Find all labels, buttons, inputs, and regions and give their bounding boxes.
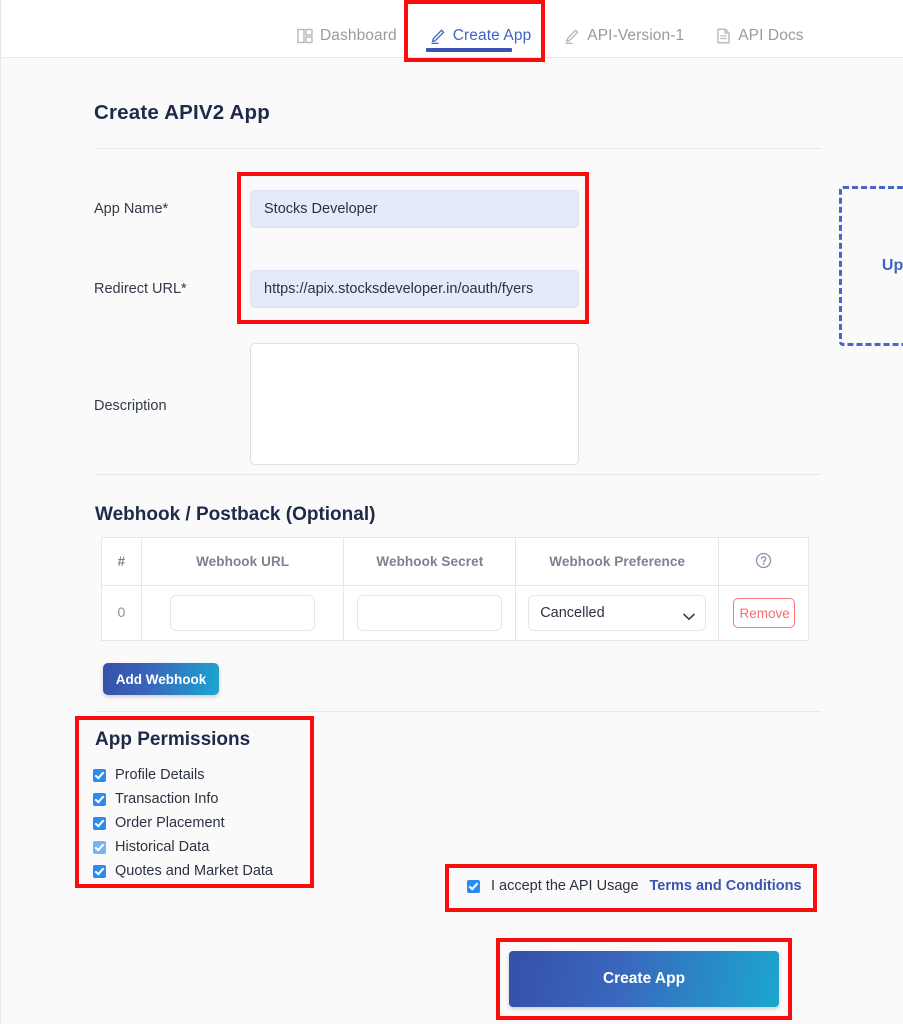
webhook-secret-cell <box>343 585 517 641</box>
tab-api-version-1[interactable]: API-Version-1 <box>547 0 700 58</box>
tab-dashboard[interactable]: Dashboard <box>281 0 413 58</box>
tab-dashboard-label: Dashboard <box>320 27 397 44</box>
column-header-index: # <box>101 537 142 586</box>
permission-checkbox[interactable] <box>93 768 106 782</box>
webhook-remove-cell: Remove <box>718 585 809 641</box>
dashboard-grid-icon <box>297 28 313 44</box>
tab-api-version-1-label: API-Version-1 <box>587 27 685 44</box>
add-webhook-button[interactable]: Add Webhook <box>103 663 219 695</box>
document-icon <box>716 28 731 44</box>
pencil-icon <box>563 28 580 45</box>
section-divider <box>96 474 821 475</box>
create-app-button[interactable]: Create App <box>509 951 779 1007</box>
permission-item-order-placement[interactable]: Order Placement <box>93 811 273 835</box>
webhook-table-head: # Webhook URL Webhook Secret Webhook Pre… <box>101 537 809 586</box>
webhook-url-input[interactable] <box>170 595 316 631</box>
description-textarea[interactable] <box>250 343 579 465</box>
app-name-label: App Name* <box>94 201 169 217</box>
help-circle-icon[interactable] <box>755 552 772 572</box>
permission-item-transaction-info[interactable]: Transaction Info <box>93 787 273 811</box>
terms-and-conditions-link[interactable]: Terms and Conditions <box>650 878 802 894</box>
tab-api-docs[interactable]: API Docs <box>700 0 819 58</box>
permission-item-historical-data[interactable]: Historical Data <box>93 835 273 859</box>
permission-checkbox[interactable] <box>93 864 106 878</box>
webhook-url-cell <box>140 585 345 641</box>
column-header-url: Webhook URL <box>140 537 345 586</box>
column-header-help <box>718 537 809 586</box>
top-navigation-bar: Dashboard Create App API-Version-1 API D… <box>1 0 903 58</box>
page-title: Create APIV2 App <box>94 101 270 124</box>
permission-checkbox[interactable] <box>93 792 106 806</box>
create-app-page: Dashboard Create App API-Version-1 API D… <box>0 0 903 1024</box>
webhook-table: # Webhook URL Webhook Secret Webhook Pre… <box>101 537 809 641</box>
tab-api-docs-label: API Docs <box>738 27 804 44</box>
section-divider <box>96 711 821 712</box>
permission-item-profile-details[interactable]: Profile Details <box>93 763 273 787</box>
accept-terms-checkbox[interactable] <box>467 879 480 893</box>
terms-acceptance-row: I accept the API Usage Terms and Conditi… <box>467 878 802 894</box>
redirect-url-input[interactable] <box>250 270 579 308</box>
description-label: Description <box>94 398 167 414</box>
permission-item-quotes-market-data[interactable]: Quotes and Market Data <box>93 859 273 883</box>
row-index-cell: 0 <box>101 585 142 641</box>
column-header-preference: Webhook Preference <box>515 537 720 586</box>
permission-label: Historical Data <box>115 839 210 855</box>
nav-tabs: Dashboard Create App API-Version-1 API D… <box>281 0 820 58</box>
permission-checkbox[interactable] <box>93 840 106 854</box>
section-divider <box>96 148 821 149</box>
permission-label: Transaction Info <box>115 791 219 807</box>
permission-checkbox[interactable] <box>93 816 106 830</box>
active-tab-underline <box>425 48 512 52</box>
upload-label: Upload <box>881 257 903 274</box>
permission-label: Profile Details <box>115 767 205 783</box>
upload-dropzone[interactable]: Upload <box>839 186 903 346</box>
webhook-preference-cell: Cancelled <box>515 585 720 641</box>
remove-webhook-button[interactable]: Remove <box>732 598 795 628</box>
row-index: 0 <box>117 604 126 620</box>
webhook-section-heading: Webhook / Postback (Optional) <box>95 504 376 525</box>
webhook-preference-select[interactable]: Cancelled <box>528 595 707 631</box>
pencil-icon <box>429 28 446 45</box>
permissions-heading: App Permissions <box>95 729 251 750</box>
table-header-row: # Webhook URL Webhook Secret Webhook Pre… <box>101 537 809 586</box>
permission-label: Quotes and Market Data <box>115 863 273 879</box>
webhook-table-body: 0 Cancelled Remove <box>101 585 809 641</box>
permissions-list: Profile Details Transaction Info Order P… <box>93 763 273 883</box>
tab-create-app[interactable]: Create App <box>413 0 548 58</box>
permission-label: Order Placement <box>115 815 225 831</box>
redirect-url-label: Redirect URL* <box>94 281 187 297</box>
webhook-preference-wrapper: Cancelled <box>528 595 707 631</box>
table-row: 0 Cancelled Remove <box>101 585 809 641</box>
tab-create-app-label: Create App <box>452 27 532 44</box>
column-header-secret: Webhook Secret <box>343 537 517 586</box>
terms-text: I accept the API Usage <box>491 878 639 894</box>
webhook-secret-input[interactable] <box>357 595 503 631</box>
app-name-input[interactable] <box>250 190 579 228</box>
